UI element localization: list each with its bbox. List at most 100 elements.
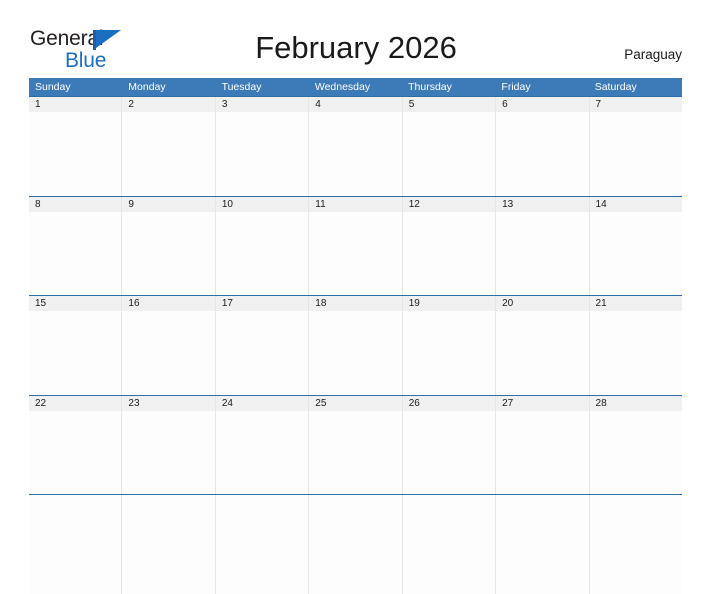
day-cell[interactable]: 9 — [121, 196, 215, 295]
day-cell[interactable]: 6 — [495, 97, 589, 196]
day-cell[interactable]: 8 — [29, 196, 122, 295]
day-event-area[interactable] — [589, 211, 682, 295]
day-event-area[interactable] — [215, 211, 309, 295]
day-event-area[interactable] — [309, 211, 402, 295]
day-event-area — [309, 510, 402, 593]
day-cell[interactable]: 2 — [121, 97, 215, 196]
day-cell[interactable]: 15 — [29, 296, 122, 395]
day-event-area[interactable] — [402, 211, 496, 295]
day-cell[interactable]: 7 — [588, 97, 682, 196]
day-cell[interactable]: 5 — [401, 97, 496, 196]
day-number — [403, 495, 495, 510]
day-event-area — [589, 510, 682, 593]
day-cell[interactable]: 25 — [308, 395, 402, 494]
day-number: 19 — [402, 296, 496, 311]
day-event-area[interactable] — [496, 112, 589, 195]
weekday-header-friday: Friday — [501, 81, 531, 93]
day-event-area — [29, 510, 122, 593]
day-event-area[interactable] — [215, 410, 309, 494]
day-number: 3 — [215, 97, 309, 112]
day-number — [590, 495, 682, 510]
day-cell[interactable]: 24 — [214, 395, 309, 494]
day-cell-empty — [401, 495, 496, 594]
calendar-week-row: 22 23 24 25 26 27 28 — [29, 394, 682, 494]
day-event-area[interactable] — [29, 211, 122, 295]
day-event-area[interactable] — [309, 311, 402, 394]
day-number: 1 — [29, 97, 122, 112]
day-number: 7 — [589, 97, 682, 112]
day-number — [29, 495, 121, 510]
day-event-area[interactable] — [309, 410, 402, 494]
day-number — [496, 495, 588, 510]
day-number: 2 — [122, 97, 215, 112]
day-event-area[interactable] — [122, 410, 215, 494]
calendar-page: General Blue February 2026 Paraguay Sund… — [0, 0, 712, 594]
day-number: 16 — [122, 296, 215, 311]
day-cell[interactable]: 23 — [121, 395, 215, 494]
day-number: 28 — [589, 395, 682, 411]
day-number: 12 — [402, 196, 496, 212]
calendar-week-row: 15 16 17 18 19 20 21 — [29, 295, 682, 395]
day-event-area[interactable] — [402, 112, 496, 195]
day-cell[interactable]: 3 — [214, 97, 309, 196]
day-cell[interactable]: 16 — [121, 296, 215, 395]
calendar-grid: Sunday Monday Tuesday Wednesday Thursday… — [29, 78, 682, 594]
day-event-area[interactable] — [402, 410, 496, 494]
day-event-area[interactable] — [589, 410, 682, 494]
day-event-area[interactable] — [215, 311, 309, 394]
day-number: 13 — [496, 196, 589, 212]
weekday-header-tuesday: Tuesday — [221, 81, 262, 93]
day-cell[interactable]: 17 — [214, 296, 309, 395]
day-number: 9 — [122, 196, 215, 212]
day-event-area[interactable] — [215, 112, 309, 195]
day-cell-empty — [495, 495, 589, 594]
day-event-area[interactable] — [122, 311, 215, 394]
day-event-area[interactable] — [496, 311, 589, 394]
day-event-area[interactable] — [496, 410, 589, 494]
day-cell[interactable]: 20 — [495, 296, 589, 395]
day-cell[interactable]: 21 — [588, 296, 682, 395]
country-label: Paraguay — [624, 47, 682, 62]
day-cell[interactable]: 27 — [495, 395, 589, 494]
day-number: 24 — [215, 395, 309, 411]
day-cell[interactable]: 14 — [588, 196, 682, 295]
weekday-header-row: Sunday Monday Tuesday Wednesday Thursday… — [29, 78, 682, 96]
day-number — [216, 495, 308, 510]
weekday-header-thursday: Thursday — [408, 81, 452, 93]
day-event-area — [402, 510, 496, 593]
day-number: 21 — [589, 296, 682, 311]
day-cell[interactable]: 28 — [588, 395, 682, 494]
day-number: 10 — [215, 196, 309, 212]
day-event-area — [496, 510, 589, 593]
day-event-area[interactable] — [496, 211, 589, 295]
day-number: 4 — [309, 97, 402, 112]
day-event-area[interactable] — [29, 112, 122, 195]
day-number: 27 — [496, 395, 589, 411]
day-number: 15 — [29, 296, 122, 311]
calendar-week-row — [29, 494, 682, 594]
day-number: 23 — [122, 395, 215, 411]
day-cell[interactable]: 4 — [308, 97, 402, 196]
day-number: 18 — [309, 296, 402, 311]
day-event-area[interactable] — [589, 112, 682, 195]
day-cell[interactable]: 11 — [308, 196, 402, 295]
day-cell[interactable]: 1 — [29, 97, 122, 196]
calendar-week-row: 8 9 10 11 12 13 14 — [29, 195, 682, 295]
day-event-area[interactable] — [29, 311, 122, 394]
day-number: 6 — [496, 97, 589, 112]
day-cell[interactable]: 13 — [495, 196, 589, 295]
day-event-area[interactable] — [122, 211, 215, 295]
day-event-area[interactable] — [29, 410, 122, 494]
day-cell[interactable]: 10 — [214, 196, 309, 295]
day-event-area[interactable] — [402, 311, 496, 394]
day-cell[interactable]: 19 — [401, 296, 496, 395]
day-cell[interactable]: 12 — [401, 196, 496, 295]
day-event-area[interactable] — [122, 112, 215, 195]
day-cell[interactable]: 18 — [308, 296, 402, 395]
day-number: 22 — [29, 395, 122, 411]
day-event-area[interactable] — [309, 112, 402, 195]
day-cell-empty — [588, 495, 682, 594]
day-event-area[interactable] — [589, 311, 682, 394]
day-cell[interactable]: 22 — [29, 395, 122, 494]
day-cell[interactable]: 26 — [401, 395, 496, 494]
